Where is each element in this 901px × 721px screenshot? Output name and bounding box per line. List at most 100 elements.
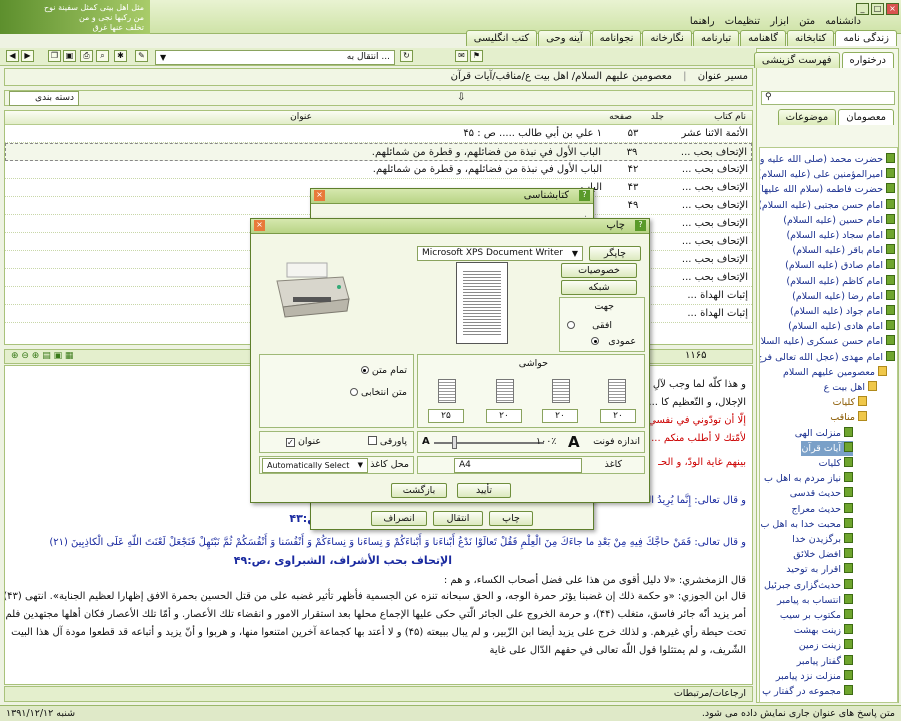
orientation-landscape[interactable]: افقی xyxy=(567,320,612,331)
tree-item[interactable]: اقرار به توحید xyxy=(786,562,853,577)
tab[interactable]: گاهنامه xyxy=(740,30,787,46)
table-row[interactable]: الأئمة الاثنا عشر ۵۳ ۱ علي بن أبي طالب ...… xyxy=(5,125,752,143)
save-icon[interactable]: ▣ xyxy=(63,50,76,62)
tree-item[interactable]: آیات قرآن xyxy=(801,440,853,456)
edit-icon[interactable]: ✎ xyxy=(135,50,148,62)
font-size-slider[interactable] xyxy=(434,442,544,444)
full-text-option[interactable]: تمام متن xyxy=(360,365,407,376)
properties-button[interactable]: خصوصیات xyxy=(561,263,637,278)
tree-item[interactable]: امام رضا (علیه السلام) xyxy=(792,289,895,304)
tree-item[interactable]: منزلت نزد پیامبر xyxy=(776,669,853,684)
tree-item[interactable]: امام باقر (علیه السلام) xyxy=(792,243,895,258)
tree-item[interactable]: معصومین علیهم السلام xyxy=(783,365,887,380)
tree-item[interactable]: منزلت الهی xyxy=(795,426,853,441)
tree-item[interactable]: انتساب به پیامبر xyxy=(777,593,853,608)
tab-tree[interactable]: درختواره xyxy=(841,52,894,68)
menu-item[interactable]: راهنما xyxy=(690,16,715,27)
back-icon[interactable]: ◀ xyxy=(6,50,19,62)
title-check[interactable]: عنوان ✓ xyxy=(285,436,321,447)
col-volume[interactable]: جلد xyxy=(651,111,664,123)
category-select[interactable]: دسته بندی xyxy=(9,91,79,106)
menu-item[interactable]: دانشنامه xyxy=(825,16,861,27)
col-page[interactable]: صفحه xyxy=(609,111,632,123)
tree-item[interactable]: حدیث قدسی xyxy=(790,486,853,501)
transfer-button[interactable]: انتقال xyxy=(433,511,483,526)
margin-top-input[interactable]: ۲۰ xyxy=(600,409,636,423)
paper-select[interactable]: A4 xyxy=(454,458,582,473)
tree-item[interactable]: نیاز مردم به اهل ب xyxy=(764,471,853,486)
find-icon[interactable]: ⌕ xyxy=(96,50,109,62)
bookmark-icon[interactable]: ⚑ xyxy=(470,50,483,62)
table-row[interactable]: الإتحاف بحب ... ۴۲ الباب الأول في نبذة من … xyxy=(5,161,752,179)
tree-item[interactable]: محبت خدا به اهل ب xyxy=(760,517,853,532)
tab[interactable]: کتابخانه xyxy=(787,30,835,46)
tree-item[interactable]: امام مهدی (عجل الله تعالی فرج xyxy=(760,350,895,365)
close-icon[interactable]: × xyxy=(254,220,265,231)
tree-item[interactable]: زینت زمین xyxy=(799,638,853,653)
tree-item[interactable]: امام حسن مجتبی (علیه السلام) xyxy=(760,198,895,213)
refresh-icon[interactable]: ↻ xyxy=(400,50,413,62)
margin-right-input[interactable]: ۲۰ xyxy=(486,409,522,423)
filter-icon[interactable]: ⇩ xyxy=(457,92,465,103)
tree-item[interactable]: امام حسن عسکری (علیه السلام) xyxy=(760,334,895,349)
footnote-check[interactable]: پاورقی xyxy=(367,436,407,447)
maximize-icon[interactable]: □ xyxy=(871,3,884,15)
topic-tree[interactable]: حضرت محمد (صلی الله علیه و امیرالمؤمنین ع… xyxy=(759,147,898,703)
selected-text-option[interactable]: متن انتخابی xyxy=(350,387,407,398)
tree-item[interactable]: افضل خلائق xyxy=(793,547,853,562)
tree-item[interactable]: حدیث‌گزاری جبرئیل xyxy=(764,578,853,593)
tree-item[interactable]: اهل بیت ع xyxy=(824,380,877,395)
close-icon[interactable]: × xyxy=(886,3,899,15)
margin-bottom-input[interactable]: ۲۰ xyxy=(542,409,578,423)
tab[interactable]: نگارخانه xyxy=(642,30,692,46)
tree-item[interactable]: حضرت فاطمه (سلام الله علیها) xyxy=(760,182,895,197)
tree-item[interactable]: مکتوب بر سیب xyxy=(780,608,853,623)
tree-item[interactable]: زینت بهشت xyxy=(794,623,853,638)
tree-item[interactable]: امام کاظم (علیه السلام) xyxy=(786,274,895,289)
tree-item[interactable]: مجموعه در گفتار پ xyxy=(762,684,853,699)
close-icon[interactable]: × xyxy=(314,190,325,201)
network-button[interactable]: شبکه xyxy=(561,280,637,295)
zoom-icons[interactable]: ⊕ ⊖ ⊕ ▤ ▣ ▦ xyxy=(11,351,73,361)
tab[interactable]: کتب انگلیسی xyxy=(465,30,538,46)
tab[interactable]: آینه وحی xyxy=(538,30,591,46)
minimize-icon[interactable]: _ xyxy=(856,3,869,15)
back-button[interactable]: بازگشت xyxy=(391,483,447,498)
tab-selective-index[interactable]: فهرست گزینشی xyxy=(753,52,840,68)
note-icon[interactable]: ✉ xyxy=(455,50,468,62)
font-increase-icon[interactable]: A xyxy=(568,433,580,451)
tree-item[interactable]: امام جواد (علیه السلام) xyxy=(790,304,895,319)
tree-item[interactable]: گفتار پیامبر xyxy=(797,654,853,669)
copy-icon[interactable]: ❐ xyxy=(48,50,61,62)
tab-infallibles[interactable]: معصومان xyxy=(838,109,894,125)
goto-select[interactable]: انتقال به ... ▼ xyxy=(155,50,395,65)
menu-item[interactable]: متن xyxy=(799,16,815,27)
related-bar[interactable]: ارجاعات/مرتبطات xyxy=(4,686,753,702)
tree-item[interactable]: امام صادق (علیه السلام) xyxy=(785,258,895,273)
forward-icon[interactable]: ▶ xyxy=(21,50,34,62)
tree-item[interactable]: برگزیدن خدا xyxy=(792,532,853,547)
settings-icon[interactable]: ✱ xyxy=(114,50,127,62)
printer-select[interactable]: Microsoft XPS Document Writer ▼ xyxy=(417,246,583,261)
col-title[interactable]: عنوان xyxy=(290,111,312,123)
ok-button[interactable]: تأیید xyxy=(457,483,511,498)
menu-item[interactable]: ابزار xyxy=(770,16,789,27)
table-row[interactable]: الإتحاف بحب ... ۳۹ الباب الأول في نبذة من … xyxy=(5,143,752,161)
tree-item[interactable]: امام حسین (علیه السلام) xyxy=(783,213,895,228)
tree-item[interactable]: امام هادی (علیه السلام) xyxy=(788,319,895,334)
tree-item[interactable]: حدیث معراج xyxy=(791,502,853,517)
tab-topics[interactable]: موضوعات xyxy=(777,109,837,125)
print-icon[interactable]: ⎙ xyxy=(80,50,93,62)
menu-item[interactable]: تنظیمات xyxy=(725,16,760,27)
tree-item[interactable]: حضرت محمد (صلی الله علیه و xyxy=(760,152,895,167)
orientation-portrait[interactable]: عمودی xyxy=(591,336,636,347)
search-input[interactable]: ⚲ xyxy=(761,91,895,105)
tree-item[interactable]: امام سجاد (علیه السلام) xyxy=(786,228,895,243)
tab[interactable]: زندگی نامه xyxy=(835,30,897,46)
help-icon[interactable]: ? xyxy=(635,220,646,231)
tree-item[interactable]: کلیات xyxy=(819,456,853,471)
tab[interactable]: نجوانامه xyxy=(591,30,642,46)
help-icon[interactable]: ? xyxy=(579,190,590,201)
col-book[interactable]: نام کتاب xyxy=(714,111,746,123)
margin-left-input[interactable]: ۲۵ xyxy=(428,409,464,423)
